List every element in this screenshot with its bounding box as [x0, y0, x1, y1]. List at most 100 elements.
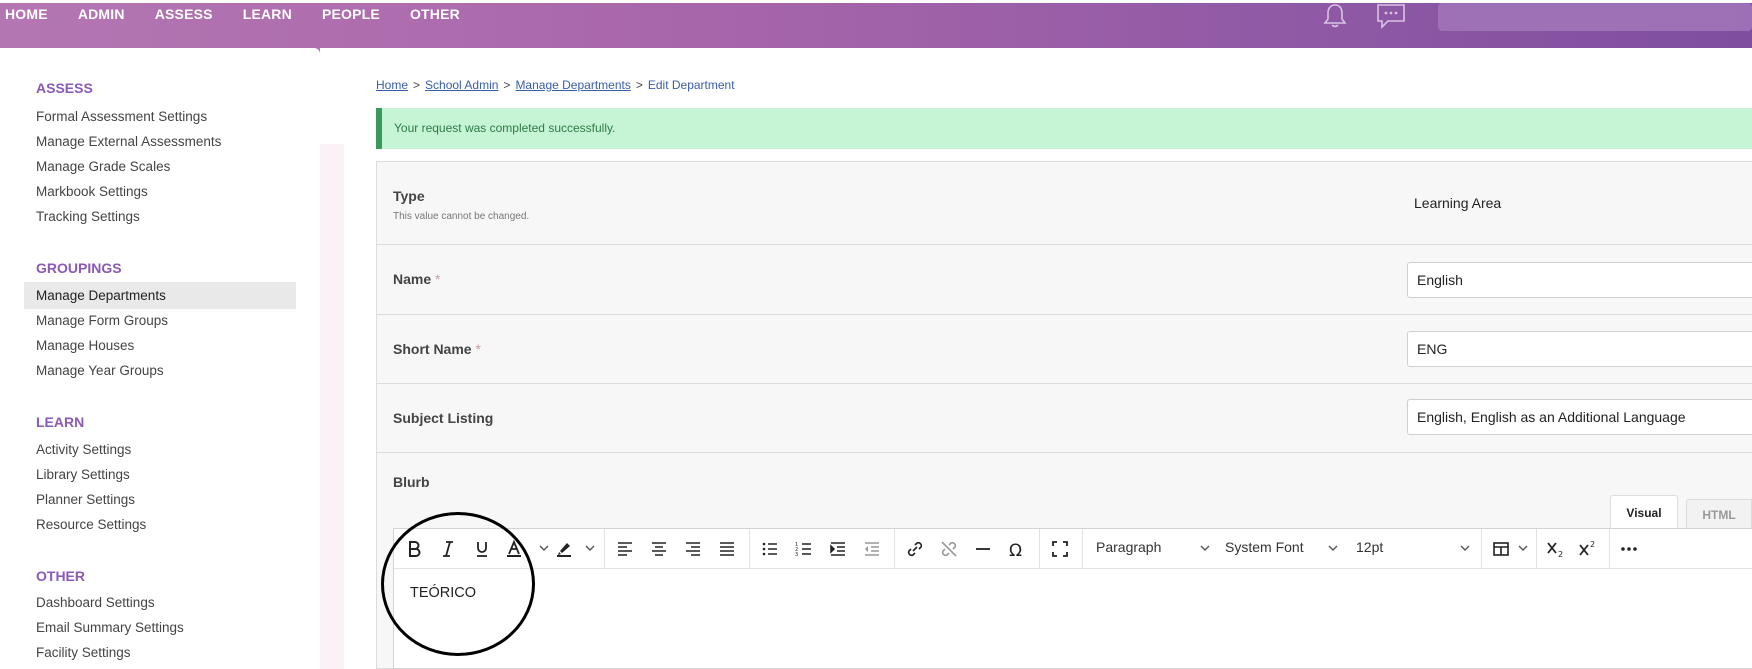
name-input[interactable] [1407, 262, 1752, 298]
table-icon[interactable] [1487, 535, 1515, 563]
sidebar-item-manage-year-groups[interactable]: Manage Year Groups [24, 357, 296, 384]
sidebar-item-tracking-settings[interactable]: Tracking Settings [24, 203, 296, 230]
short-name-row: Short Name * [377, 315, 1752, 384]
font-size-select[interactable]: 12pt [1356, 539, 1383, 555]
chevron-down-icon[interactable] [1199, 542, 1211, 554]
sidebar-item-formal-assessment-settings[interactable]: Formal Assessment Settings [24, 103, 296, 130]
unlink-icon[interactable] [935, 535, 963, 563]
toolbar-divider [1536, 529, 1537, 569]
toolbar-divider [1481, 529, 1482, 569]
svg-text:2: 2 [1558, 550, 1563, 559]
chevron-down-icon[interactable] [1459, 542, 1471, 554]
svg-text:3: 3 [795, 552, 798, 558]
sidebar-item-facility-settings[interactable]: Facility Settings [24, 639, 296, 666]
sidebar-item-manage-grade-scales[interactable]: Manage Grade Scales [24, 153, 296, 180]
type-label: Type [393, 188, 425, 204]
svg-text:2: 2 [1590, 540, 1595, 549]
text-color-icon[interactable] [500, 535, 528, 563]
fullscreen-icon[interactable] [1046, 535, 1074, 563]
toolbar-divider [604, 529, 605, 569]
highlight-color-icon[interactable] [550, 535, 578, 563]
block-format-select[interactable]: Paragraph [1096, 539, 1161, 555]
breadcrumb-separator: > [413, 78, 421, 92]
nav-home[interactable]: HOME [5, 6, 48, 22]
toolbar-divider [894, 529, 895, 569]
sidebar-item-markbook-settings[interactable]: Markbook Settings [24, 178, 296, 205]
rich-text-editor: 123 Ω Paragraph System Font 12pt 2 2 TEÓ… [393, 528, 1752, 669]
name-row: Name * [377, 245, 1752, 315]
superscript-icon[interactable]: 2 [1574, 535, 1602, 563]
nav-learn[interactable]: LEARN [243, 6, 292, 22]
editor-content[interactable]: TEÓRICO [410, 585, 476, 601]
nav-people[interactable]: PEOPLE [322, 6, 380, 22]
header-search-box[interactable] [1438, 3, 1752, 31]
toolbar-divider [749, 529, 750, 569]
toolbar-divider [1609, 529, 1610, 569]
short-name-input[interactable] [1407, 331, 1752, 367]
chevron-down-icon[interactable] [584, 542, 596, 554]
toolbar-divider [1039, 529, 1040, 569]
sidebar-item-manage-external-assessments[interactable]: Manage External Assessments [24, 128, 296, 155]
subject-listing-row: Subject Listing [377, 384, 1752, 453]
outdent-icon[interactable] [858, 535, 886, 563]
type-row: Type This value cannot be changed. Learn… [377, 162, 1752, 245]
sidebar-item-dashboard-settings[interactable]: Dashboard Settings [24, 589, 296, 616]
font-family-select[interactable]: System Font [1225, 539, 1304, 555]
short-name-label-text: Short Name [393, 341, 472, 357]
nav-other[interactable]: OTHER [410, 6, 460, 22]
chat-icon[interactable] [1376, 3, 1406, 29]
sidebar-item-email-summary-settings[interactable]: Email Summary Settings [24, 614, 296, 641]
editor-toolbar: 123 Ω Paragraph System Font 12pt 2 2 [394, 529, 1752, 569]
numbered-list-icon[interactable]: 123 [790, 535, 818, 563]
align-justify-icon[interactable] [713, 535, 741, 563]
sidebar-section-assess: ASSESS [36, 80, 93, 96]
bell-icon[interactable] [1322, 3, 1348, 29]
special-character-icon[interactable]: Ω [1003, 535, 1031, 563]
main-nav: HOME ADMIN ASSESS LEARN PEOPLE OTHER [5, 6, 490, 22]
breadcrumb-home[interactable]: Home [376, 78, 408, 92]
type-value: Learning Area [1414, 195, 1502, 211]
chevron-down-icon[interactable] [538, 542, 550, 554]
breadcrumb-current: Edit Department [647, 78, 735, 92]
sidebar-item-planner-settings[interactable]: Planner Settings [24, 486, 296, 513]
subscript-icon[interactable]: 2 [1542, 535, 1570, 563]
sidebar-item-manage-houses[interactable]: Manage Houses [24, 332, 296, 359]
short-name-label: Short Name * [393, 341, 481, 357]
link-icon[interactable] [901, 535, 929, 563]
chevron-down-icon[interactable] [1327, 542, 1339, 554]
align-center-icon[interactable] [645, 535, 673, 563]
breadcrumb-school-admin[interactable]: School Admin [425, 78, 498, 92]
italic-icon[interactable] [434, 535, 462, 563]
success-alert: Your request was completed successfully. [376, 108, 1752, 149]
more-options-icon[interactable] [1615, 535, 1643, 563]
breadcrumb-separator: > [635, 78, 643, 92]
name-label-text: Name [393, 271, 432, 287]
sidebar-section-groupings: GROUPINGS [36, 260, 122, 276]
blurb-label: Blurb [393, 474, 430, 490]
type-note: This value cannot be changed. [393, 211, 530, 222]
nav-admin[interactable]: ADMIN [78, 6, 125, 22]
required-marker: * [475, 341, 481, 357]
required-marker: * [435, 271, 441, 287]
sidebar-section-learn: LEARN [36, 414, 85, 430]
sidebar-item-activity-settings[interactable]: Activity Settings [24, 436, 296, 463]
breadcrumb-separator: > [503, 78, 511, 92]
bullet-list-icon[interactable] [756, 535, 784, 563]
sidebar-item-library-settings[interactable]: Library Settings [24, 461, 296, 488]
chevron-down-icon[interactable] [1517, 542, 1529, 554]
align-left-icon[interactable] [611, 535, 639, 563]
horizontal-line-icon[interactable] [969, 535, 997, 563]
sidebar-item-manage-form-groups[interactable]: Manage Form Groups [24, 307, 296, 334]
breadcrumb-manage-departments[interactable]: Manage Departments [515, 78, 630, 92]
tab-html[interactable]: HTML [1686, 499, 1752, 529]
indent-icon[interactable] [824, 535, 852, 563]
bold-icon[interactable] [400, 535, 428, 563]
toolbar-divider [1082, 529, 1083, 569]
tab-visual[interactable]: Visual [1610, 495, 1678, 529]
align-right-icon[interactable] [679, 535, 707, 563]
sidebar-item-manage-departments[interactable]: Manage Departments [24, 282, 296, 309]
subject-listing-input[interactable] [1407, 399, 1752, 435]
nav-assess[interactable]: ASSESS [155, 6, 213, 22]
underline-icon[interactable] [468, 535, 496, 563]
sidebar-item-resource-settings[interactable]: Resource Settings [24, 511, 296, 538]
